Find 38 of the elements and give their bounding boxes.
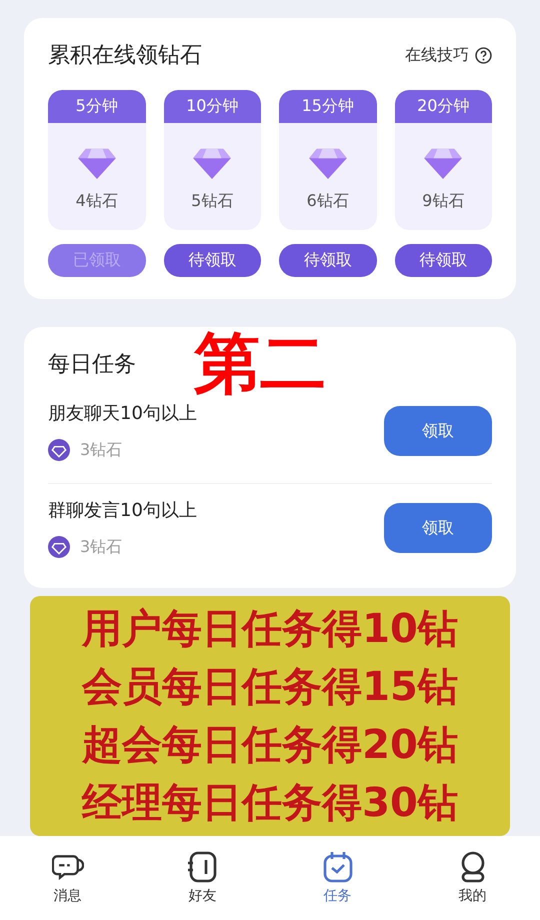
diamond-amount: 4钻石 bbox=[76, 191, 118, 212]
help-icon bbox=[475, 46, 492, 64]
duration-label: 5分钟 bbox=[48, 90, 146, 123]
duration-label: 20分钟 bbox=[394, 90, 492, 123]
duration-label: 10分钟 bbox=[164, 90, 261, 123]
tab[interactable]: 好友 bbox=[162, 851, 242, 905]
task-name: 朋友聊天10句以上 bbox=[48, 402, 197, 425]
diamond-coin-icon bbox=[48, 439, 70, 461]
section-title: 每日任务 bbox=[48, 351, 136, 379]
tips-link[interactable]: 在线技巧 bbox=[405, 44, 492, 66]
claim-button[interactable]: 领取 bbox=[384, 503, 492, 553]
claim-button[interactable]: 待领取 bbox=[279, 244, 376, 277]
reward-amount: 3钻石 bbox=[80, 536, 122, 558]
claim-button[interactable]: 领取 bbox=[384, 406, 492, 456]
reward-amount: 3钻石 bbox=[80, 440, 122, 460]
diamond-icon bbox=[308, 147, 347, 179]
claim-button[interactable]: 待领取 bbox=[394, 244, 492, 277]
promo-line: 超会每日任务得20钻 bbox=[82, 721, 458, 770]
diamond-amount: 6钻石 bbox=[306, 191, 349, 212]
diamond-icon bbox=[193, 147, 232, 179]
claim-button[interactable]: 待领取 bbox=[164, 244, 261, 277]
overlay-label: 第二 bbox=[194, 331, 326, 397]
promo-line: 用户每日任务得10钻 bbox=[82, 605, 458, 654]
duration-label: 15分钟 bbox=[279, 90, 376, 123]
tab[interactable]: 消息 bbox=[28, 851, 108, 905]
diamond-amount: 9钻石 bbox=[422, 191, 464, 212]
tab[interactable]: 我的 bbox=[432, 851, 512, 905]
promo-line: 经理每日任务得30钻 bbox=[82, 779, 458, 828]
diamond-icon bbox=[78, 147, 116, 179]
tab[interactable]: 任务 bbox=[298, 851, 378, 905]
diamond-amount: 5钻石 bbox=[191, 191, 234, 212]
promo-line: 会员每日任务得15钻 bbox=[82, 663, 458, 712]
task-name: 群聊发言10句以上 bbox=[48, 499, 197, 522]
section-title: 累积在线领钻石 bbox=[48, 42, 202, 70]
contact-book-icon bbox=[186, 851, 218, 883]
diamond-icon bbox=[424, 147, 462, 179]
diamond-coin-icon bbox=[48, 536, 70, 558]
calendar-check-icon bbox=[322, 851, 354, 883]
